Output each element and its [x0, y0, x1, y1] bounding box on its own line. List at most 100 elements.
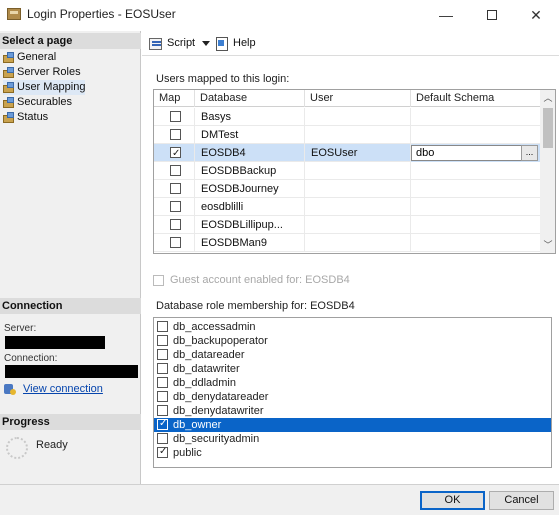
column-header-user[interactable]: User [305, 90, 411, 107]
role-checkbox[interactable] [157, 445, 168, 459]
view-connection-icon [4, 384, 17, 396]
role-checkbox[interactable] [157, 335, 168, 346]
maximize-icon [487, 10, 497, 21]
role-checkbox[interactable] [157, 321, 168, 332]
role-checkbox[interactable] [157, 417, 168, 431]
default-schema-cell[interactable] [411, 234, 540, 252]
script-button[interactable]: Script [149, 37, 195, 50]
default-schema-cell[interactable] [411, 108, 540, 126]
map-checkbox[interactable] [170, 165, 181, 176]
database-cell: EOSDBBackup [195, 162, 305, 180]
database-cell: Basys [195, 108, 305, 126]
close-button[interactable]: ✕ [522, 4, 550, 26]
role-label: db_datawriter [173, 363, 240, 375]
table-row[interactable]: EOSDB4EOSUserdbo... [154, 144, 540, 162]
scroll-down-icon[interactable]: ﹀ [543, 240, 553, 250]
connection-header: Connection [0, 298, 141, 314]
role-checkbox[interactable] [157, 433, 168, 444]
role-checkbox[interactable] [157, 377, 168, 388]
role-item[interactable]: db_ddladmin [154, 376, 551, 390]
table-row[interactable]: eosdblilli [154, 198, 540, 216]
connection-label: Connection: [4, 353, 58, 364]
default-schema-field[interactable]: dbo [411, 145, 522, 161]
database-cell: EOSDBLillipup... [195, 216, 305, 234]
table-row[interactable]: EOSDBMan9 [154, 234, 540, 252]
minimize-button[interactable]: — [432, 4, 460, 26]
role-item[interactable]: db_owner [154, 417, 551, 432]
script-dropdown-icon[interactable] [202, 41, 210, 46]
button-bar: OK Cancel [0, 484, 559, 515]
map-checkbox[interactable] [170, 237, 181, 248]
map-checkbox[interactable] [170, 129, 181, 140]
table-row[interactable]: EOSDBJourney [154, 180, 540, 198]
user-cell[interactable] [305, 198, 411, 216]
role-item[interactable]: db_datawriter [154, 362, 551, 376]
role-item[interactable]: db_denydatawriter [154, 404, 551, 418]
maximize-button[interactable] [478, 4, 506, 26]
page-icon [3, 82, 14, 93]
column-header-default-schema[interactable]: Default Schema [411, 90, 540, 107]
role-checkbox[interactable] [157, 349, 168, 360]
database-cell: EOSDBMan9 [195, 234, 305, 252]
role-item[interactable]: public [154, 445, 551, 460]
map-cell [154, 198, 195, 216]
user-cell[interactable] [305, 126, 411, 144]
redacted-connection [5, 365, 138, 378]
grid-vertical-scrollbar[interactable]: ︿ ﹀ [540, 90, 555, 253]
default-schema-cell[interactable] [411, 198, 540, 216]
user-cell[interactable] [305, 108, 411, 126]
table-row[interactable]: DMTest [154, 126, 540, 144]
page-item-label: Status [17, 111, 49, 123]
role-item[interactable]: db_denydatareader [154, 390, 551, 404]
browse-schema-button[interactable]: ... [521, 145, 538, 161]
ok-button[interactable]: OK [420, 491, 485, 510]
table-row[interactable]: Basys [154, 108, 540, 126]
map-checkbox[interactable] [170, 183, 181, 194]
help-button[interactable]: Help [215, 37, 256, 51]
role-checkbox[interactable] [157, 391, 168, 402]
default-schema-cell[interactable] [411, 180, 540, 198]
cancel-button[interactable]: Cancel [489, 491, 554, 510]
role-item[interactable]: db_securityadmin [154, 432, 551, 446]
role-membership-list[interactable]: db_accessadmin db_backupoperator db_datare… [153, 317, 552, 468]
server-label: Server: [4, 323, 37, 334]
user-mapping-grid[interactable]: Map Database User Default Schema Basys DM… [153, 89, 556, 254]
user-cell[interactable] [305, 180, 411, 198]
map-checkbox[interactable] [170, 111, 181, 122]
role-item[interactable]: db_accessadmin [154, 320, 551, 334]
page-item-server-roles[interactable]: Server Roles [3, 65, 81, 80]
users-mapped-label: Users mapped to this login: [156, 73, 290, 85]
role-item[interactable]: db_backupoperator [154, 334, 551, 348]
table-row[interactable]: EOSDBLillipup... [154, 216, 540, 234]
page-item-general[interactable]: General [3, 50, 56, 65]
page-item-user-mapping[interactable]: User Mapping [3, 80, 86, 95]
column-header-database[interactable]: Database [195, 90, 305, 107]
scroll-up-icon[interactable]: ︿ [543, 93, 553, 103]
user-cell[interactable] [305, 216, 411, 234]
map-checkbox[interactable] [170, 145, 181, 161]
database-cell: EOSDBJourney [195, 180, 305, 198]
page-item-status[interactable]: Status [3, 110, 48, 125]
scroll-thumb[interactable] [543, 108, 553, 148]
user-cell[interactable]: EOSUser [305, 144, 411, 162]
map-checkbox[interactable] [170, 219, 181, 230]
default-schema-cell[interactable] [411, 162, 540, 180]
page-item-label: Securables [17, 96, 73, 108]
role-label: public [173, 447, 202, 459]
view-connection-link[interactable]: View connection [4, 383, 103, 395]
map-cell [154, 216, 195, 234]
script-icon [149, 37, 163, 50]
column-header-map[interactable]: Map [154, 90, 195, 107]
map-checkbox[interactable] [170, 201, 181, 212]
table-row[interactable]: EOSDBBackup [154, 162, 540, 180]
role-checkbox[interactable] [157, 363, 168, 374]
default-schema-cell[interactable] [411, 216, 540, 234]
user-cell[interactable] [305, 234, 411, 252]
map-cell [154, 162, 195, 180]
page-item-securables[interactable]: Securables [3, 95, 72, 110]
grid-header: Map Database User Default Schema [154, 90, 540, 107]
role-item[interactable]: db_datareader [154, 348, 551, 362]
role-checkbox[interactable] [157, 405, 168, 416]
user-cell[interactable] [305, 162, 411, 180]
default-schema-cell[interactable] [411, 126, 540, 144]
